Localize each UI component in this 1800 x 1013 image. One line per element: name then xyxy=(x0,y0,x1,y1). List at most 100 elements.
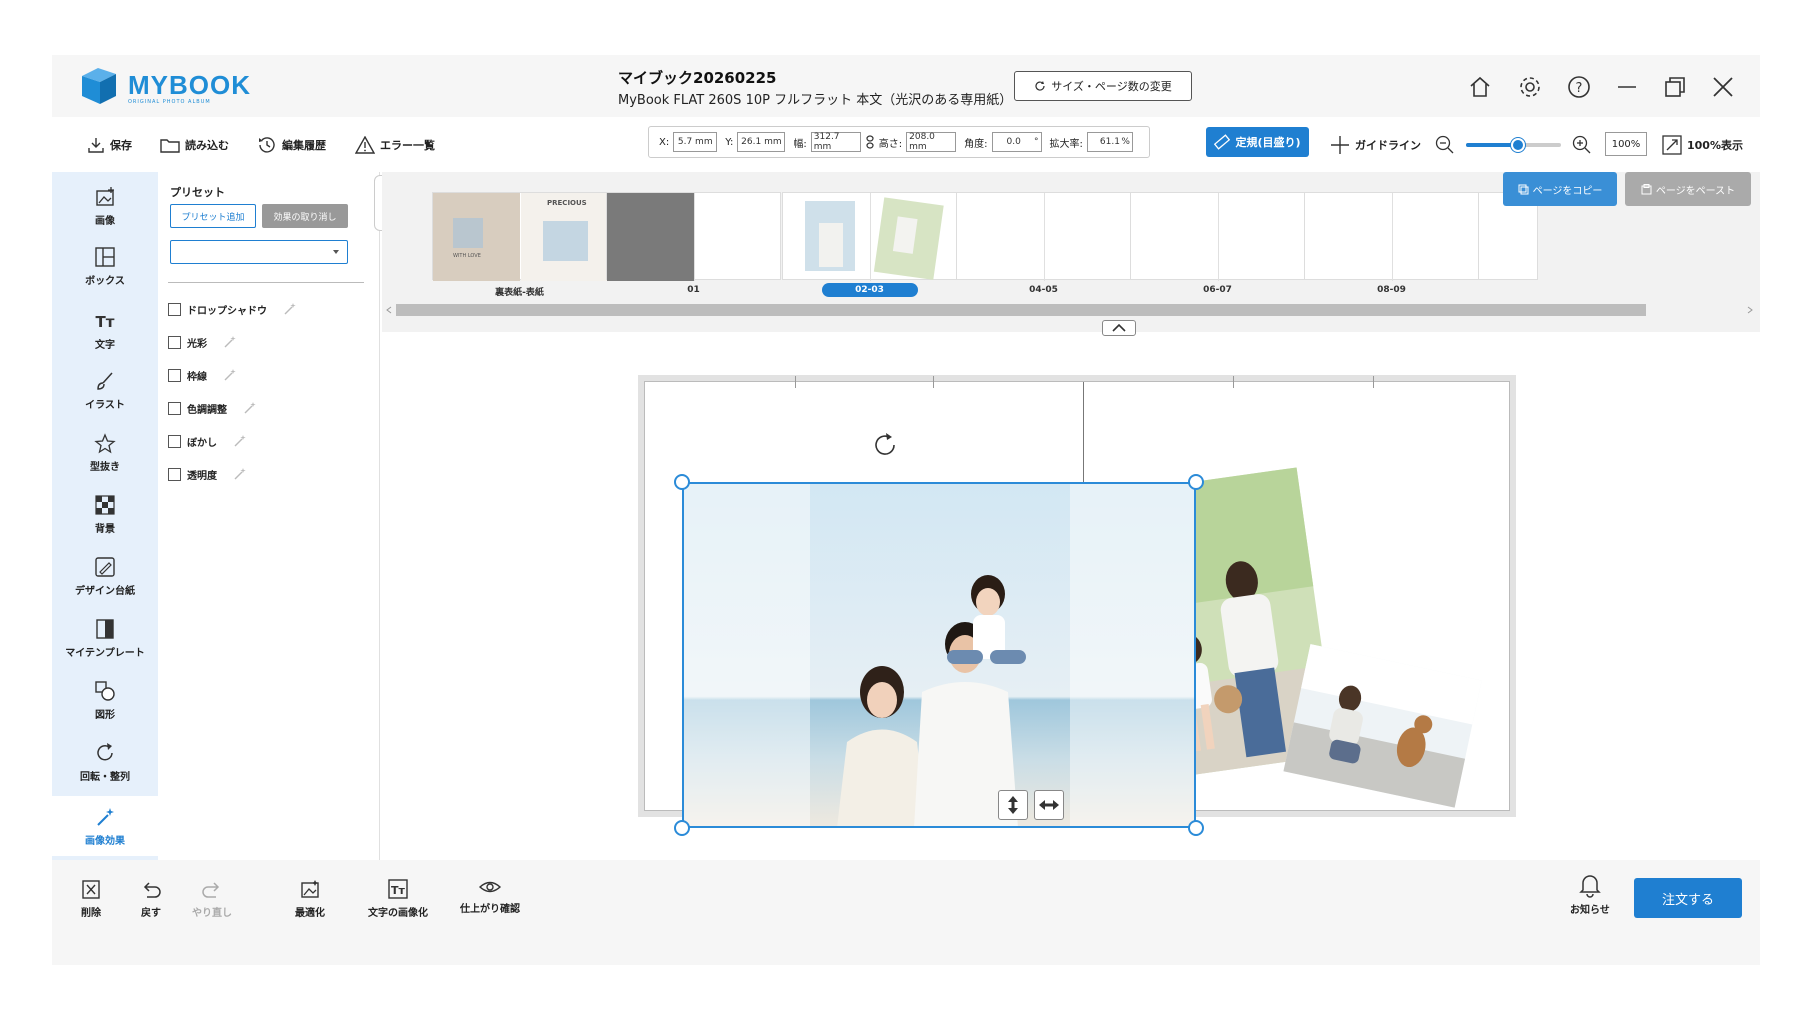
sidebar-item-7[interactable]: マイテンプレート xyxy=(52,608,158,668)
effect-checkbox[interactable] xyxy=(168,368,181,382)
effect-settings-wand-icon[interactable] xyxy=(243,401,257,415)
error-list-button[interactable]: エラー一覧 xyxy=(355,133,435,157)
horizontal-arrows-icon xyxy=(1039,800,1059,810)
effect-checkbox[interactable] xyxy=(168,335,181,349)
copy-page-label: ページをコピー xyxy=(1532,185,1603,197)
scroll-right-icon[interactable] xyxy=(1747,306,1753,314)
help-icon[interactable]: ? xyxy=(1566,74,1592,100)
design-mount-icon xyxy=(95,556,115,577)
page-thumbnail-label: 06-07 xyxy=(1203,285,1232,295)
close-icon[interactable] xyxy=(1710,74,1736,100)
preview-button[interactable]: 仕上がり確認 xyxy=(460,878,520,915)
width-input[interactable]: 312.7 mm xyxy=(810,132,861,152)
redo-button[interactable]: やり直し xyxy=(192,878,232,919)
zoom-slider-handle[interactable] xyxy=(1511,138,1526,152)
sidebar-item-3[interactable]: イラスト xyxy=(52,360,158,420)
move-vertical-button[interactable] xyxy=(998,790,1028,820)
sidebar-item-label: 図形 xyxy=(95,709,115,721)
effect-settings-wand-icon[interactable] xyxy=(233,467,247,481)
effect-row[interactable]: 枠線 xyxy=(168,366,237,384)
effect-row[interactable]: ぼかし xyxy=(168,432,247,450)
home-icon[interactable] xyxy=(1467,74,1493,100)
save-button[interactable]: 保存 xyxy=(87,133,132,157)
effect-settings-wand-icon[interactable] xyxy=(283,302,297,316)
sidebar-item-0[interactable]: 画像 xyxy=(52,176,158,236)
load-button[interactable]: 読み込む xyxy=(160,133,229,157)
angle-input[interactable]: 0.0 ° xyxy=(991,132,1042,152)
height-input[interactable]: 208.0 mm xyxy=(906,132,957,152)
ruler-tick xyxy=(1373,376,1374,388)
sidebar-item-1[interactable]: ボックス xyxy=(52,236,158,296)
page-thumbnail[interactable] xyxy=(606,192,781,281)
effect-row[interactable]: ドロップシャドウ xyxy=(168,300,297,318)
ruler-tick xyxy=(795,376,796,388)
text-to-image-button[interactable]: Tт 文字の画像化 xyxy=(368,878,428,919)
chevron-down-icon xyxy=(333,250,339,254)
save-label: 保存 xyxy=(110,139,132,152)
sidebar-item-8[interactable]: 図形 xyxy=(52,670,158,730)
undo-button[interactable]: 戻す xyxy=(140,878,162,919)
effect-checkbox[interactable] xyxy=(168,401,181,415)
effect-checkbox[interactable] xyxy=(168,302,181,316)
gear-icon[interactable] xyxy=(1517,74,1543,100)
page-thumbnail[interactable] xyxy=(956,192,1131,281)
effect-settings-wand-icon[interactable] xyxy=(223,335,237,349)
ruler-tick xyxy=(933,376,934,388)
delete-button[interactable]: 削除 xyxy=(80,878,102,919)
zoom-in-icon[interactable] xyxy=(1572,135,1592,155)
rotate-handle-icon[interactable] xyxy=(870,430,900,460)
preset-select[interactable] xyxy=(170,240,348,264)
resize-handle-top-left[interactable] xyxy=(674,474,690,490)
page-thumbnail[interactable] xyxy=(1130,192,1305,281)
effect-settings-wand-icon[interactable] xyxy=(223,368,237,382)
minimize-icon[interactable] xyxy=(1614,74,1640,100)
guideline-button[interactable]: ガイドライン xyxy=(1330,133,1421,157)
thumbnail-scrollbar[interactable] xyxy=(396,304,1646,316)
photo-woman-dog[interactable] xyxy=(1283,644,1482,808)
sidebar-item-10[interactable]: 画像効果 xyxy=(52,796,158,856)
angle-value: 0.0 xyxy=(1006,137,1021,147)
sidebar-item-5[interactable]: 背景 xyxy=(52,484,158,544)
resize-handle-bottom-right[interactable] xyxy=(1188,820,1204,836)
effect-row[interactable]: 光彩 xyxy=(168,333,237,351)
ruler-toggle-button[interactable]: 定規(目盛り) xyxy=(1206,127,1309,157)
copy-page-button[interactable]: ページをコピー xyxy=(1503,172,1617,206)
zoom-out-icon[interactable] xyxy=(1435,135,1455,155)
notifications-button[interactable]: お知らせ xyxy=(1570,872,1610,916)
effect-row[interactable]: 色調調整 xyxy=(168,399,257,417)
sidebar-item-9[interactable]: 回転・整列 xyxy=(52,732,158,792)
star-cutout-icon xyxy=(94,432,116,453)
restore-icon[interactable] xyxy=(1662,74,1688,100)
preset-add-button[interactable]: プリセット追加 xyxy=(170,204,256,228)
optimize-button[interactable]: 最適化 xyxy=(295,878,325,919)
resize-handle-top-right[interactable] xyxy=(1188,474,1204,490)
y-input[interactable]: 26.1 mm xyxy=(737,132,786,152)
scale-input[interactable]: 61.1% xyxy=(1086,132,1133,152)
link-aspect-icon[interactable] xyxy=(865,135,875,149)
sidebar-item-2[interactable]: Tт 文字 xyxy=(52,300,158,360)
effect-checkbox[interactable] xyxy=(168,467,181,481)
zoom-slider[interactable] xyxy=(1466,138,1561,152)
order-button[interactable]: 注文する xyxy=(1634,878,1742,918)
change-size-pages-button[interactable]: サイズ・ページ数の変更 xyxy=(1014,71,1192,101)
move-horizontal-button[interactable] xyxy=(1034,790,1064,820)
effect-label: 枠線 xyxy=(187,371,207,383)
sidebar-item-4[interactable]: 型抜き xyxy=(52,422,158,482)
edit-history-button[interactable]: 編集履歴 xyxy=(257,133,326,157)
effect-row[interactable]: 透明度 xyxy=(168,465,247,483)
scroll-left-icon[interactable] xyxy=(386,306,392,314)
full-view-button[interactable]: 100%表示 xyxy=(1662,133,1743,157)
x-input[interactable]: 5.7 mm xyxy=(673,132,718,152)
zoom-value-input[interactable]: 100% xyxy=(1605,132,1647,156)
paste-page-button[interactable]: ページをペースト xyxy=(1625,172,1751,206)
page-thumbnail[interactable] xyxy=(782,192,957,281)
shape-icon xyxy=(95,680,115,701)
collapse-strip-button[interactable] xyxy=(1102,320,1136,336)
resize-handle-bottom-left[interactable] xyxy=(674,820,690,836)
effect-settings-wand-icon[interactable] xyxy=(233,434,247,448)
page-thumbnail[interactable]: PRECIOUS WITH LOVE xyxy=(432,192,608,281)
effect-checkbox[interactable] xyxy=(168,434,181,448)
clear-effects-button[interactable]: 効果の取り消し xyxy=(262,204,348,228)
page-thumbnail[interactable] xyxy=(1304,192,1479,281)
sidebar-item-6[interactable]: デザイン台紙 xyxy=(52,546,158,606)
